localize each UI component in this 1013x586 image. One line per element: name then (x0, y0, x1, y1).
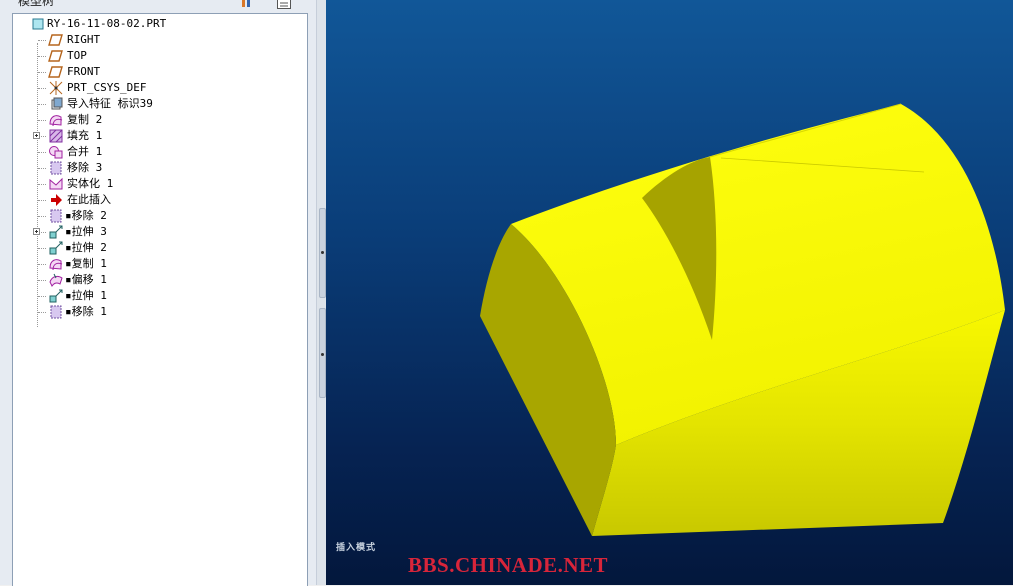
expand-icon[interactable] (33, 132, 40, 139)
tree-item[interactable]: ▪复制 1 (13, 256, 293, 272)
tree-item-text: 移除 2 (71, 209, 107, 222)
tree-item-label: 实体化 1 (67, 176, 113, 192)
datum-plane-icon (48, 32, 64, 48)
model-tree-panel: 模型树 RY-16-11-08-02.PRT RIGHT TOP FRONT PRT_C… (0, 0, 316, 586)
insert-here-arrow-icon (48, 192, 64, 208)
tree-item-label: 在此插入 (67, 192, 111, 208)
offset-icon (48, 272, 64, 288)
tree-item-text: 偏移 1 (71, 273, 107, 286)
tree-item-label: 复制 2 (67, 112, 102, 128)
tree-item[interactable]: RIGHT (13, 32, 293, 48)
tree-item-label: TOP (67, 48, 87, 64)
datum-plane-icon (48, 64, 64, 80)
tree-item[interactable]: TOP (13, 48, 293, 64)
datum-plane-icon (48, 48, 64, 64)
part-icon (30, 16, 46, 32)
tree-item-text: 合并 1 (67, 145, 103, 158)
tree-item-text: 导入特征 标识39 (67, 97, 153, 110)
remove-icon (48, 208, 64, 224)
tree-item-label: 移除 3 (67, 160, 102, 176)
tree-item[interactable]: 实体化 1 (13, 176, 293, 192)
fill-icon (48, 128, 64, 144)
splitter-grip-bottom[interactable] (319, 308, 326, 398)
watermark: BBS.CHINADE.NET (408, 553, 609, 577)
tree-item-text: 复制 1 (71, 257, 107, 270)
tree-item-label: FRONT (67, 64, 100, 80)
tree-item-label: 填充 1 (67, 128, 102, 144)
splitter-grip-top[interactable] (319, 208, 326, 298)
tree-item[interactable]: ▪拉伸 2 (13, 240, 293, 256)
tree-item[interactable]: ▪偏移 1 (13, 272, 293, 288)
tree-item-label: ▪拉伸 1 (65, 289, 107, 302)
panel-title: 模型树 (18, 0, 55, 8)
tree-item-label: ▪拉伸 3 (65, 225, 107, 238)
tree-item-text: 在此插入 (67, 193, 111, 206)
merge-icon (48, 144, 64, 160)
tree-item-text: TOP (67, 49, 87, 62)
tree-item[interactable]: ▪拉伸 3 (13, 224, 293, 240)
extrude-icon (48, 224, 64, 240)
show-icon[interactable] (240, 0, 254, 7)
tree-item[interactable]: PRT_CSYS_DEF (13, 80, 293, 96)
yellow-solid-model[interactable] (326, 0, 1013, 585)
extrude-icon (48, 240, 64, 256)
mode-indicator: 插入模式 (336, 543, 377, 553)
tree-item-text: 填充 1 (67, 129, 103, 142)
tree-item[interactable]: 在此插入 (13, 192, 293, 208)
extrude-icon (48, 288, 64, 304)
remove-icon (48, 160, 64, 176)
tree-item[interactable]: 合并 1 (13, 144, 293, 160)
tree-item-text: 拉伸 1 (71, 289, 107, 302)
remove-icon (48, 304, 64, 320)
tree-item-label: ▪移除 2 (65, 209, 107, 222)
tree-item-text: 实体化 1 (67, 177, 114, 190)
tree-item-text: RIGHT (67, 33, 101, 46)
tree-item[interactable]: ▪拉伸 1 (13, 288, 293, 304)
tree-root-label: RY-16-11-08-02.PRT (47, 17, 167, 30)
tree-item-text: 拉伸 2 (71, 241, 107, 254)
tree-item-text: 复制 2 (67, 113, 103, 126)
tree-item-label: ▪偏移 1 (65, 273, 107, 286)
copy-icon (48, 112, 64, 128)
tree-item-text: 移除 3 (67, 161, 103, 174)
solidify-icon (48, 176, 64, 192)
tree-item-text: PRT_CSYS_DEF (67, 81, 147, 94)
expand-icon[interactable] (33, 228, 40, 235)
tree-item-text: 移除 1 (71, 305, 107, 318)
tree-item-text: 拉伸 3 (71, 225, 107, 238)
tree-item-label: PRT_CSYS_DEF (67, 80, 146, 96)
tree-item-label: ▪移除 1 (65, 305, 107, 318)
tree-item-label: 合并 1 (67, 144, 102, 160)
model-tree: RY-16-11-08-02.PRT RIGHT TOP FRONT PRT_CSYS_… (12, 13, 308, 586)
graphics-viewport[interactable]: 插入模式 BBS.CHINADE.NET (326, 0, 1013, 585)
tree-item-label: 导入特征 标识39 (67, 96, 153, 112)
settings-icon[interactable] (277, 0, 291, 9)
tree-item-label: RIGHT (67, 32, 100, 48)
tree-item-text: FRONT (67, 65, 101, 78)
tree-item[interactable]: ▪移除 2 (13, 208, 293, 224)
csys-icon (48, 80, 64, 96)
tree-item[interactable]: 移除 3 (13, 160, 293, 176)
tree-root[interactable]: RY-16-11-08-02.PRT (13, 16, 293, 32)
copy-icon (48, 256, 64, 272)
import-feature-icon (48, 96, 64, 112)
tree-item[interactable]: 复制 2 (13, 112, 293, 128)
tree-item[interactable]: ▪移除 1 (13, 304, 293, 320)
tree-item[interactable]: FRONT (13, 64, 293, 80)
tree-item-label: ▪拉伸 2 (65, 241, 107, 254)
tree-item[interactable]: 填充 1 (13, 128, 293, 144)
tree-item-label: ▪复制 1 (65, 257, 107, 270)
tree-item[interactable]: 导入特征 标识39 (13, 96, 293, 112)
